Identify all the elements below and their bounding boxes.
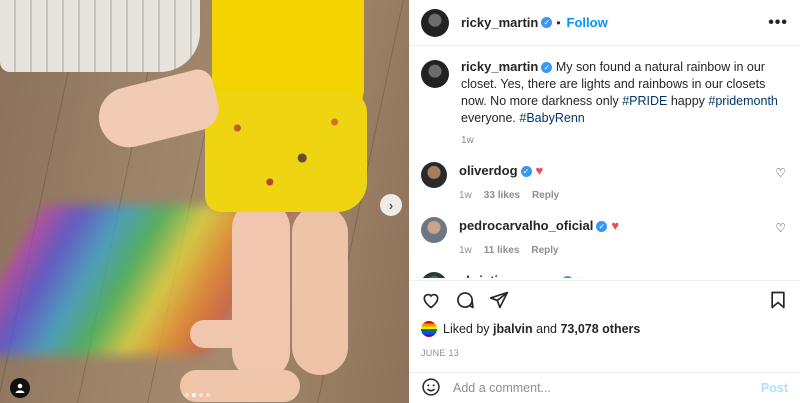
caption-author[interactable]: ricky_martin xyxy=(461,59,538,74)
caption-time: 1w xyxy=(461,135,474,146)
slipper-shape xyxy=(0,0,200,72)
chevron-right-icon[interactable]: › xyxy=(380,194,402,216)
carousel-dot xyxy=(185,393,189,397)
heart-emoji-icon: ♥ xyxy=(577,273,585,278)
comment-time: 1w xyxy=(459,190,472,201)
avatar[interactable] xyxy=(421,8,449,37)
post-header: ricky_martin ✓ • Follow ••• xyxy=(409,0,800,46)
avatar[interactable] xyxy=(421,60,449,88)
verified-badge-icon: ✓ xyxy=(541,62,553,74)
comment-likes[interactable]: 11 likes xyxy=(484,245,520,256)
comment-username[interactable]: christian_pagan xyxy=(459,273,559,278)
caption-body: happy xyxy=(670,94,705,108)
avatar[interactable] xyxy=(421,217,447,243)
follow-button[interactable]: Follow xyxy=(567,15,608,30)
share-icon[interactable] xyxy=(489,290,509,310)
comment-item: christian_pagan✓ ♥ ♡ xyxy=(421,272,788,278)
hashtag-link[interactable]: #pridemonth xyxy=(708,94,778,108)
likes-and: and xyxy=(536,322,557,336)
comment-username[interactable]: pedrocarvalho_oficial xyxy=(459,218,593,233)
verified-badge-icon: ✓ xyxy=(596,220,608,232)
post-button[interactable]: Post xyxy=(761,381,788,395)
heart-icon[interactable]: ♡ xyxy=(775,276,786,278)
comment-icon[interactable] xyxy=(455,290,475,310)
avatar[interactable] xyxy=(421,272,447,278)
add-comment-bar: Post xyxy=(409,372,800,403)
verified-badge-icon: ✓ xyxy=(520,165,532,177)
child-foot xyxy=(190,320,260,348)
emoji-icon[interactable] xyxy=(421,377,441,400)
heart-icon[interactable]: ♡ xyxy=(775,221,786,235)
heart-emoji-icon: ♥ xyxy=(611,218,620,233)
post-media[interactable]: › xyxy=(0,0,409,403)
avatar[interactable] xyxy=(421,321,437,337)
reply-button[interactable]: Reply xyxy=(531,245,558,256)
avatar[interactable] xyxy=(421,162,447,188)
reply-button[interactable]: Reply xyxy=(532,190,559,201)
comment-username[interactable]: oliverdog xyxy=(459,163,518,178)
comment-item: pedrocarvalho_oficial ✓ ♥ 1w 11 likes Repl… xyxy=(421,217,788,256)
tag-user-icon[interactable] xyxy=(10,378,30,398)
hashtag-link[interactable]: #BabyRenn xyxy=(519,111,584,125)
caption-text: ricky_martin ✓ My son found a natural rai… xyxy=(461,58,788,127)
comment-input[interactable] xyxy=(453,381,749,395)
verified-badge-icon: ✓ xyxy=(541,17,553,28)
heart-emoji-icon: ♥ xyxy=(535,163,544,178)
yellow-shorts xyxy=(205,92,367,212)
action-bar xyxy=(409,280,800,318)
caption-body: everyone. xyxy=(461,111,516,125)
carousel-dot xyxy=(199,393,203,397)
comment-item: oliverdog ✓ ♥ 1w 33 likes Reply ♡ xyxy=(421,162,788,201)
hashtag-link[interactable]: #PRIDE xyxy=(622,94,667,108)
carousel-dot xyxy=(206,393,210,397)
heart-icon[interactable]: ♡ xyxy=(775,166,786,180)
verified-badge-icon: ✓ xyxy=(561,275,573,278)
child-foot xyxy=(180,370,300,402)
separator-dot: • xyxy=(556,15,561,30)
carousel-dot-active xyxy=(192,393,196,397)
post-date[interactable]: JUNE 13 xyxy=(421,348,459,358)
heart-icon[interactable] xyxy=(421,290,441,310)
save-icon[interactable] xyxy=(768,290,788,310)
likes-user[interactable]: jbalvin xyxy=(493,322,533,336)
carousel-dots xyxy=(185,393,210,397)
comment-likes[interactable]: 33 likes xyxy=(484,190,520,201)
likes-prefix: Liked by xyxy=(443,322,490,336)
child-leg xyxy=(292,205,348,375)
comment-time: 1w xyxy=(459,245,472,256)
comments-list[interactable]: ricky_martin ✓ My son found a natural rai… xyxy=(409,46,800,278)
likes-count[interactable]: 73,078 others xyxy=(560,322,640,336)
child-leg xyxy=(232,200,290,380)
caption: ricky_martin ✓ My son found a natural rai… xyxy=(421,58,788,146)
likes-summary: Liked by jbalvin and 73,078 others xyxy=(421,321,640,337)
post-panel: ricky_martin ✓ • Follow ••• ricky_martin… xyxy=(409,0,800,403)
more-options-icon[interactable]: ••• xyxy=(768,14,788,32)
author-username[interactable]: ricky_martin xyxy=(461,15,538,30)
